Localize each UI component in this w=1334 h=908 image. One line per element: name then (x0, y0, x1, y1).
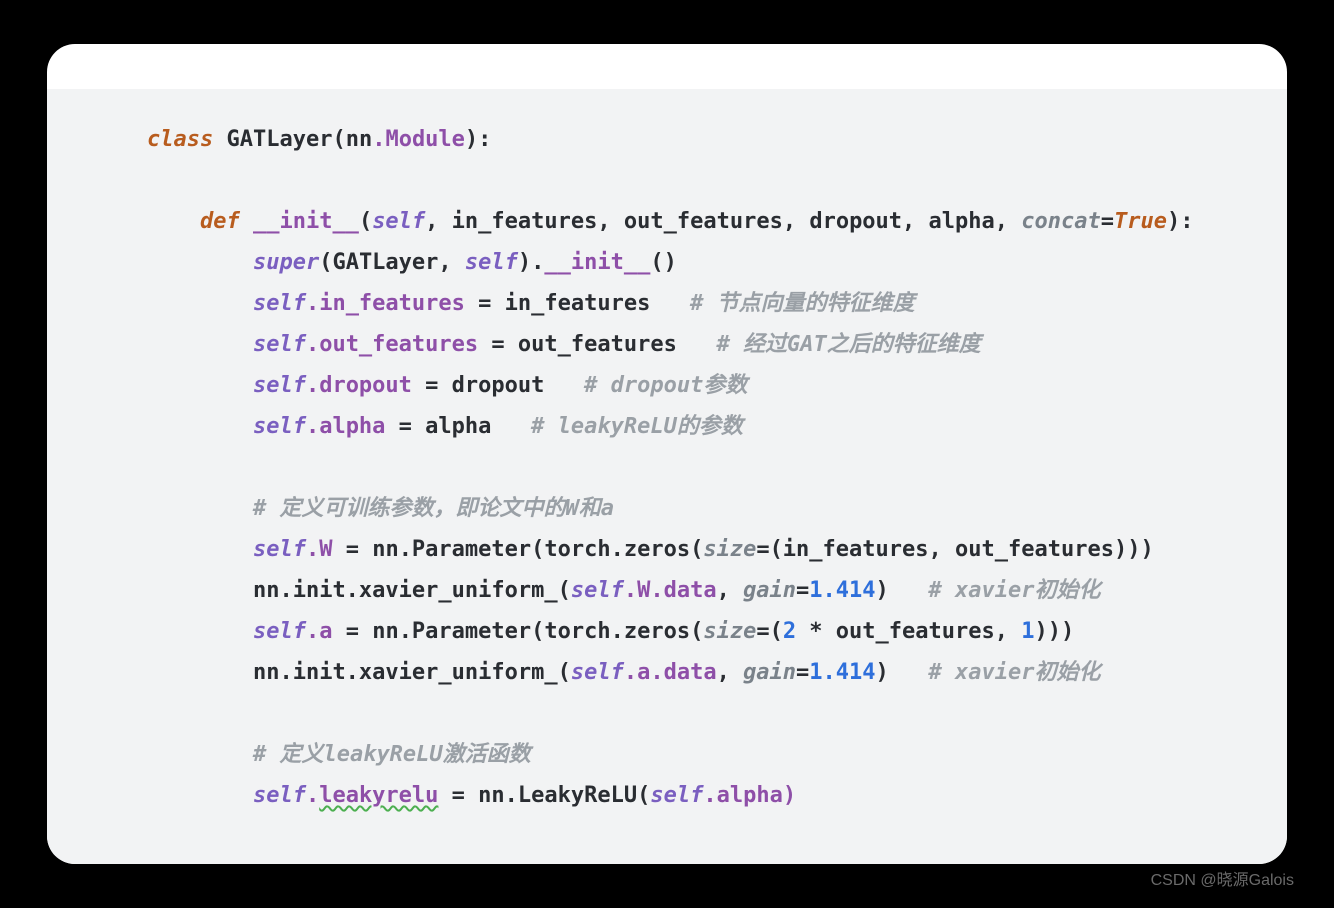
code-line-8: self.alpha = alpha # leakyReLU的参数 (47, 406, 1287, 447)
code-line-14: nn.init.xavier_uniform_(self.a.data, gai… (47, 652, 1287, 693)
code-line-13: self.a = nn.Parameter(torch.zeros(size=(… (47, 611, 1287, 652)
code-line-1: class GATLayer(nn.Module): (47, 119, 1287, 160)
code-line-3: def __init__(self, in_features, out_feat… (47, 201, 1287, 242)
code-line-15 (47, 693, 1287, 734)
code-line-12: nn.init.xavier_uniform_(self.W.data, gai… (47, 570, 1287, 611)
watermark: CSDN @晓源Galois (1151, 866, 1294, 890)
code-line-5: self.in_features = in_features # 节点向量的特征… (47, 283, 1287, 324)
code-line-11: self.W = nn.Parameter(torch.zeros(size=(… (47, 529, 1287, 570)
code-line-9 (47, 447, 1287, 488)
code-card: class GATLayer(nn.Module): def __init__(… (47, 44, 1287, 864)
code-line-6: self.out_features = out_features # 经过GAT… (47, 324, 1287, 365)
code-block: class GATLayer(nn.Module): def __init__(… (47, 89, 1287, 864)
code-line-17: self.leakyrelu = nn.LeakyReLU(self.alpha… (47, 775, 1287, 816)
code-line-4: super(GATLayer, self).__init__() (47, 242, 1287, 283)
code-line-10: # 定义可训练参数，即论文中的W和a (47, 488, 1287, 529)
code-line-2 (47, 160, 1287, 201)
code-line-16: # 定义leakyReLU激活函数 (47, 734, 1287, 775)
code-line-7: self.dropout = dropout # dropout参数 (47, 365, 1287, 406)
